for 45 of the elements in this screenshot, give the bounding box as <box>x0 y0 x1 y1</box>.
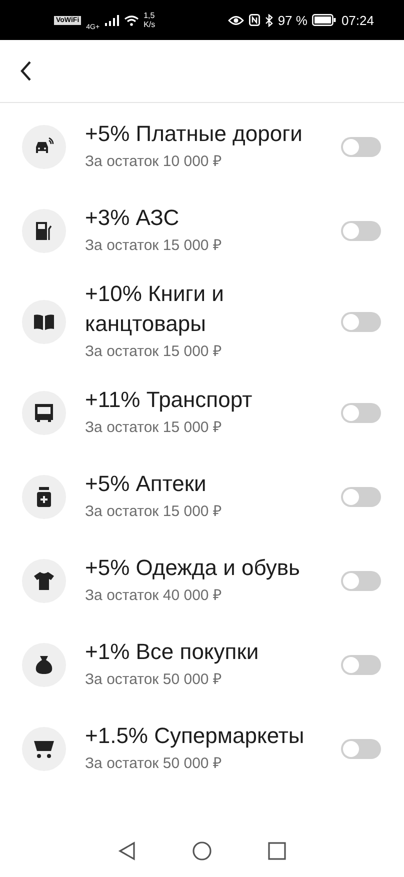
home-icon[interactable] <box>192 841 212 861</box>
balance-condition: За остаток 15 000 ₽ <box>85 342 223 362</box>
fuel-icon <box>22 209 66 253</box>
balance-condition: За остаток 50 000 ₽ <box>85 754 223 774</box>
toggle-switch[interactable] <box>341 403 381 423</box>
toggle-switch[interactable] <box>341 312 381 332</box>
recents-icon[interactable] <box>268 842 286 860</box>
speed-value: 1,5 <box>144 11 156 20</box>
car-icon <box>22 125 66 169</box>
bag-icon <box>22 643 66 687</box>
clothes-icon <box>22 559 66 603</box>
battery-percent: 97 % <box>278 12 308 28</box>
category-title: +10% Книги и канцтовары <box>85 280 225 338</box>
toggle-switch[interactable] <box>341 221 381 241</box>
battery-icon <box>312 14 336 26</box>
toggle-switch[interactable] <box>341 655 381 675</box>
category-title: +5% Аптеки <box>85 470 208 498</box>
balance-condition: За остаток 40 000 ₽ <box>85 586 223 606</box>
category-title: +1% Все покупки <box>85 638 260 666</box>
wifi-icon <box>124 14 139 26</box>
category-title: +1.5% Супермаркеты <box>85 722 306 750</box>
toggle-switch[interactable] <box>341 487 381 507</box>
back-icon[interactable] <box>118 841 136 861</box>
eye-icon <box>228 14 244 26</box>
balance-condition: За остаток 15 000 ₽ <box>85 236 223 256</box>
nfc-icon <box>248 14 260 26</box>
balance-condition: За остаток 15 000 ₽ <box>85 502 223 522</box>
bus-icon <box>22 391 66 435</box>
book-icon <box>22 300 66 344</box>
bluetooth-icon <box>264 14 273 26</box>
category-title: +5% Одежда и обувь <box>85 554 302 582</box>
signal-icon <box>104 14 119 26</box>
pharmacy-icon <box>22 475 66 519</box>
toggle-switch[interactable] <box>341 571 381 591</box>
balance-condition: За остаток 10 000 ₽ <box>85 152 223 172</box>
clock: 07:24 <box>341 12 374 28</box>
toggle-switch[interactable] <box>341 137 381 157</box>
toggle-switch[interactable] <box>341 739 381 759</box>
category-title: +3% АЗС <box>85 204 180 232</box>
speed-unit: K/s <box>144 20 156 29</box>
category-title: +11% Транспорт <box>85 386 254 414</box>
category-title: +5% Платные дороги <box>85 120 304 148</box>
balance-condition: За остаток 50 000 ₽ <box>85 670 223 690</box>
cart-icon <box>22 727 66 771</box>
balance-condition: За остаток 15 000 ₽ <box>85 418 223 438</box>
